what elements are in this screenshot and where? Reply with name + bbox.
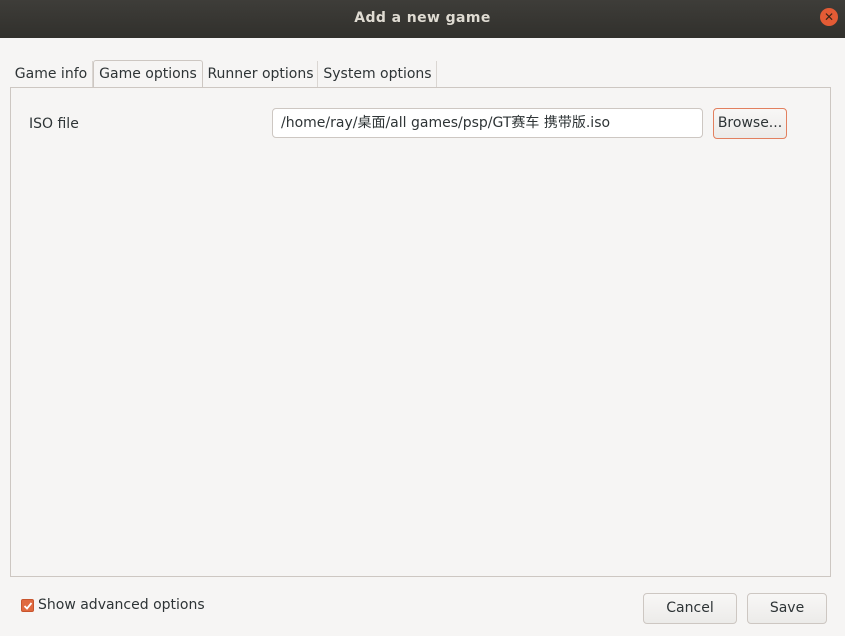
tab-system-options[interactable]: System options: [319, 61, 437, 87]
game-options-panel: ISO file /home/ray/桌面/all games/psp/GT赛车…: [10, 87, 831, 577]
add-game-dialog: Add a new game ✕ Game info Game options …: [0, 0, 845, 636]
save-button[interactable]: Save: [747, 593, 827, 624]
browse-button[interactable]: Browse...: [713, 108, 787, 139]
advanced-options-label: Show advanced options: [38, 597, 205, 613]
advanced-options-checkbox[interactable]: [21, 599, 34, 612]
tab-game-options[interactable]: Game options: [93, 60, 203, 88]
cancel-button[interactable]: Cancel: [643, 593, 737, 624]
window-title: Add a new game: [354, 10, 491, 26]
close-icon: ✕: [823, 10, 835, 24]
title-bar[interactable]: Add a new game ✕: [0, 0, 845, 38]
iso-file-input[interactable]: /home/ray/桌面/all games/psp/GT赛车 携带版.iso: [272, 108, 703, 138]
iso-file-label: ISO file: [29, 116, 79, 132]
checkmark-icon: [23, 602, 33, 610]
tab-runner-options[interactable]: Runner options: [204, 61, 318, 87]
close-button[interactable]: ✕: [820, 8, 838, 26]
tab-game-info[interactable]: Game info: [10, 61, 93, 87]
